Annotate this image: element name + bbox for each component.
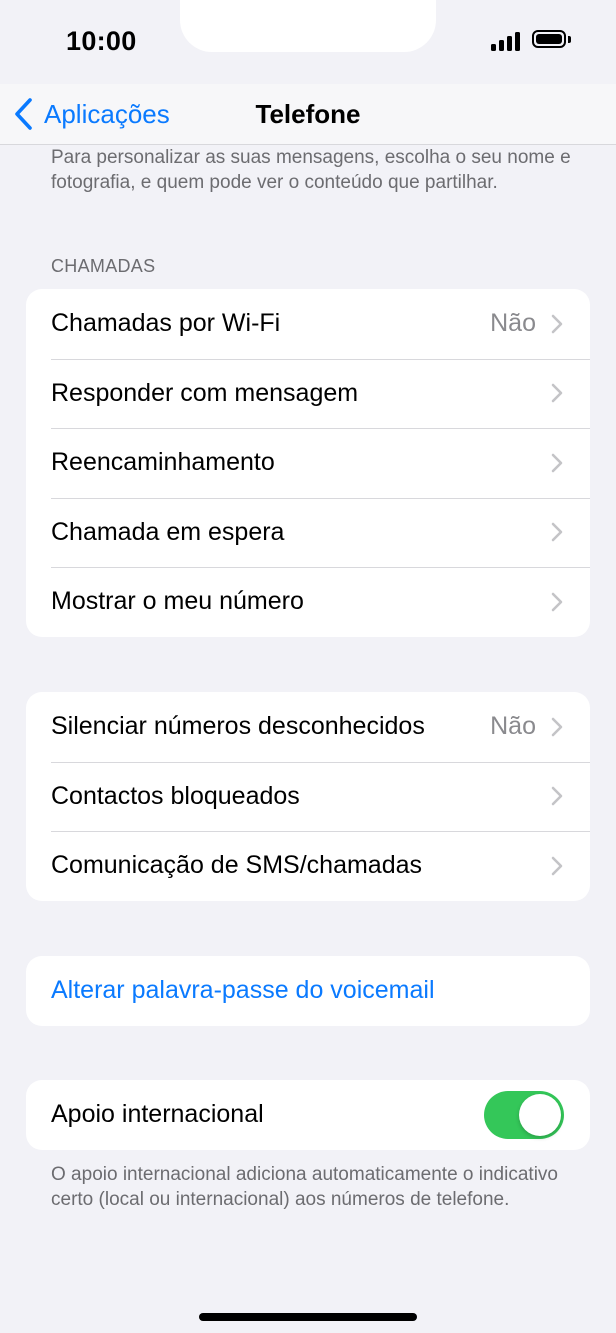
change-voicemail-password-button[interactable]: Alterar palavra-passe do voicemail (26, 956, 590, 1026)
chevron-right-icon (551, 856, 563, 876)
calls-group: Chamadas por Wi-Fi Não Responder com men… (26, 289, 590, 637)
row-call-waiting[interactable]: Chamada em espera (26, 497, 590, 568)
blocking-group: Silenciar números desconhecidos Não Cont… (26, 692, 590, 901)
row-label: Mostrar o meu número (51, 587, 304, 616)
home-indicator[interactable] (199, 1313, 417, 1321)
chevron-right-icon (551, 592, 563, 612)
row-label: Alterar palavra-passe do voicemail (51, 976, 435, 1005)
row-label: Reencaminhamento (51, 448, 275, 477)
international-group: Apoio internacional (26, 1080, 590, 1150)
row-label: Chamada em espera (51, 517, 285, 546)
dial-assist-toggle[interactable] (484, 1090, 564, 1139)
row-label: Responder com mensagem (51, 378, 359, 407)
voicemail-group: Alterar palavra-passe do voicemail (26, 956, 590, 1026)
status-bar: 10:00 (0, 0, 616, 84)
phone-screen: 10:00 Aplicações Telefone Para personali… (0, 0, 616, 1333)
row-label: Comunicação de SMS/chamadas (51, 851, 423, 880)
notch (180, 0, 436, 52)
row-value: Não (490, 309, 536, 338)
toggle-knob (519, 1093, 561, 1136)
navigation-bar: Aplicações Telefone (0, 84, 616, 145)
battery-icon (532, 30, 574, 52)
page-title: Telefone (255, 99, 361, 129)
row-value: Não (490, 712, 536, 741)
row-sms-call-reporting[interactable]: Comunicação de SMS/chamadas (26, 831, 590, 901)
row-dial-assist: Apoio internacional (26, 1080, 590, 1150)
row-silence-unknown-callers[interactable]: Silenciar números desconhecidos Não (26, 692, 590, 762)
chevron-right-icon (551, 717, 563, 737)
chevron-right-icon (551, 383, 563, 403)
row-blocked-contacts[interactable]: Contactos bloqueados (26, 761, 590, 832)
row-respond-with-text[interactable]: Responder com mensagem (26, 358, 590, 429)
row-label: Chamadas por Wi-Fi (51, 309, 281, 338)
row-show-my-caller-id[interactable]: Mostrar o meu número (26, 567, 590, 637)
row-wifi-calling[interactable]: Chamadas por Wi-Fi Não (26, 289, 590, 359)
chevron-right-icon (551, 453, 563, 473)
row-label: Silenciar números desconhecidos (51, 712, 425, 741)
chevron-right-icon (551, 314, 563, 334)
chevron-right-icon (551, 522, 563, 542)
row-label: Contactos bloqueados (51, 781, 300, 810)
row-call-forwarding[interactable]: Reencaminhamento (26, 428, 590, 498)
row-label: Apoio internacional (51, 1100, 264, 1129)
intro-description: Para personalizar as suas mensagens, esc… (51, 147, 571, 193)
international-footer: O apoio internacional adiciona automatic… (51, 1164, 558, 1210)
section-header-calls: CHAMADAS (51, 256, 156, 276)
chevron-right-icon (551, 786, 563, 806)
cellular-signal-icon (491, 31, 523, 51)
status-time: 10:00 (66, 26, 137, 56)
